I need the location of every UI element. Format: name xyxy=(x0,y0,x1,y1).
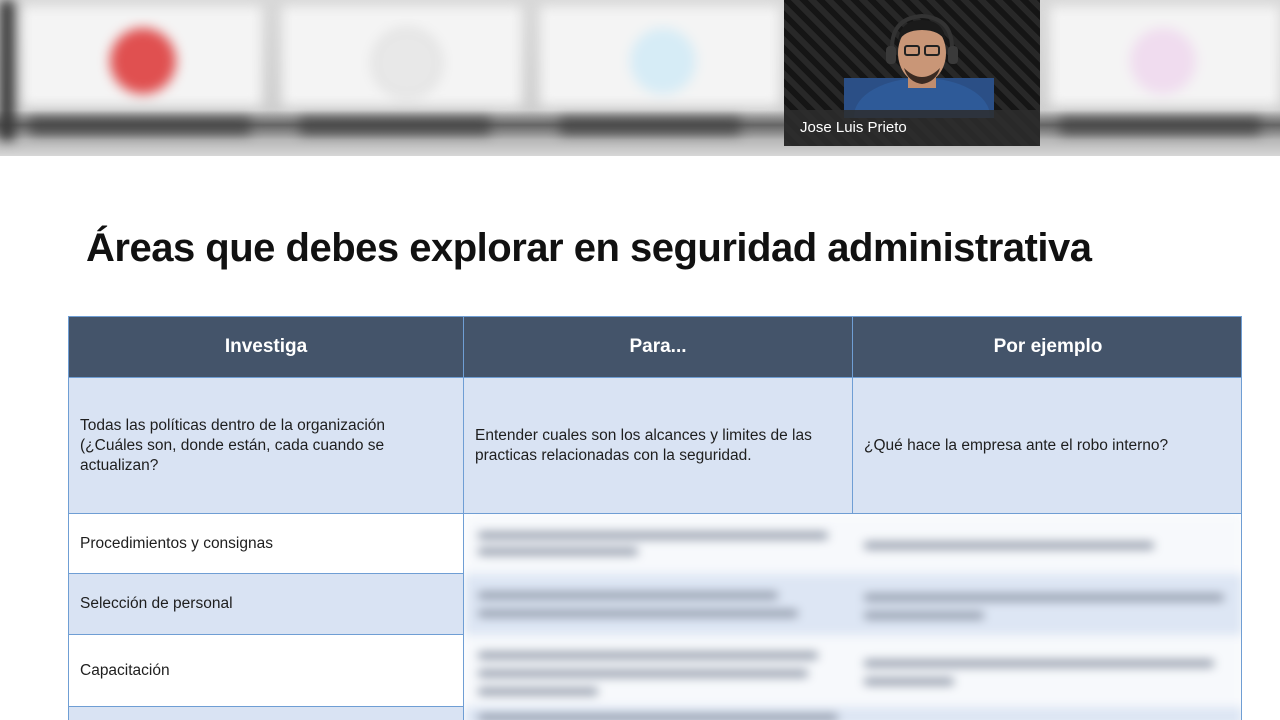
blurred-text xyxy=(478,610,798,617)
cell-para: Entender cuales son los alcances y limit… xyxy=(464,378,853,514)
cell-ejemplo: ¿Qué hace la empresa ante el robo intern… xyxy=(853,378,1241,514)
blurred-table-region xyxy=(464,514,1241,720)
participant-tile[interactable] xyxy=(540,6,780,106)
slide-table: Investiga Para... Por ejemplo Todas las … xyxy=(68,316,1242,720)
participant-gallery-strip xyxy=(0,0,1280,156)
blurred-text xyxy=(478,652,818,659)
blurred-text xyxy=(478,548,638,555)
header-por-ejemplo: Por ejemplo xyxy=(853,317,1241,378)
strip-shadow xyxy=(0,110,1280,140)
participant-tile[interactable] xyxy=(1050,6,1280,106)
blurred-text xyxy=(864,660,1214,667)
participant-avatar xyxy=(1130,28,1196,94)
header-para: Para... xyxy=(464,317,853,378)
speaker-name: Jose Luis Prieto xyxy=(800,119,907,136)
blurred-text xyxy=(864,542,1154,549)
cell-investiga: Capacitación xyxy=(69,635,464,707)
cell-investiga: Selección de personal xyxy=(69,574,464,635)
blurred-text xyxy=(864,612,984,619)
speaker-video xyxy=(844,13,994,118)
blurred-text xyxy=(478,592,778,599)
blurred-text xyxy=(864,678,954,685)
blurred-text xyxy=(478,670,808,677)
slide-title: Áreas que debes explorar en seguridad ad… xyxy=(86,226,1092,270)
cell-investiga xyxy=(69,707,464,720)
blurred-text xyxy=(478,714,838,720)
cell-investiga: Todas las políticas dentro de la organiz… xyxy=(69,378,464,514)
blurred-text xyxy=(478,688,598,695)
participant-tile[interactable] xyxy=(22,6,262,106)
header-investiga: Investiga xyxy=(69,317,464,378)
participant-avatar xyxy=(372,28,442,98)
participant-tile[interactable] xyxy=(282,6,522,106)
participant-avatar xyxy=(630,28,696,94)
table-header-row: Investiga Para... Por ejemplo xyxy=(69,317,1241,378)
blurred-text xyxy=(864,594,1224,601)
blurred-band xyxy=(464,574,1241,635)
table-row: Todas las políticas dentro de la organiz… xyxy=(69,378,1241,514)
blurred-text xyxy=(478,532,828,539)
cell-investiga: Procedimientos y consignas xyxy=(69,514,464,574)
participant-avatar xyxy=(110,28,176,94)
